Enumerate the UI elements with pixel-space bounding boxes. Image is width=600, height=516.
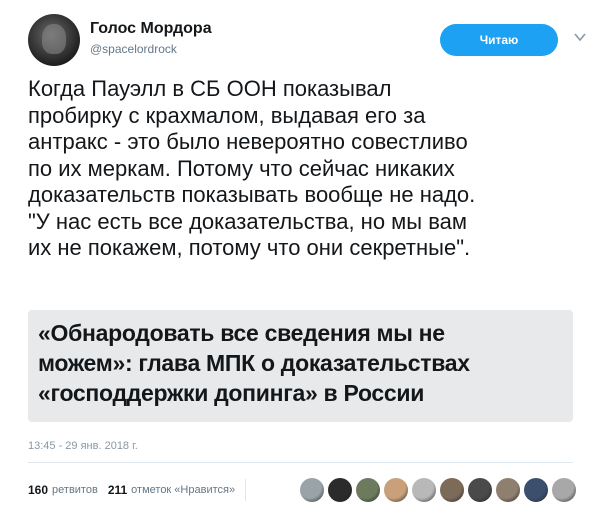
liker-avatar[interactable] [300, 478, 324, 502]
liker-avatar[interactable] [384, 478, 408, 502]
display-name[interactable]: Голос Мордора [90, 20, 212, 38]
liker-avatar[interactable] [552, 478, 576, 502]
liker-avatar[interactable] [356, 478, 380, 502]
tweet-timestamp[interactable]: 13:45 - 29 янв. 2018 г. [28, 440, 138, 452]
tweet-header: Голос Мордора @spacelordrock Читаю [28, 14, 586, 66]
stats-separator [245, 479, 247, 501]
likers-avatars [300, 478, 580, 502]
chevron-down-icon[interactable] [573, 30, 587, 44]
liker-avatar[interactable] [412, 478, 436, 502]
follow-button[interactable]: Читаю [440, 24, 558, 56]
user-handle[interactable]: @spacelordrock [90, 42, 177, 56]
likes-count[interactable]: 211 [108, 483, 127, 497]
tweet-text: Когда Пауэлл в СБ ООН показывал пробирку… [28, 76, 476, 260]
retweets-count[interactable]: 160 [28, 483, 48, 497]
liker-avatar[interactable] [496, 478, 520, 502]
quote-card[interactable]: «Обнародовать все сведения мы не можем»:… [28, 310, 573, 422]
quote-headline: «Обнародовать все сведения мы не можем»:… [38, 320, 470, 406]
retweets-label[interactable]: ретвитов [52, 484, 98, 496]
divider [28, 462, 573, 463]
liker-avatar[interactable] [440, 478, 464, 502]
liker-avatar[interactable] [468, 478, 492, 502]
liker-avatar[interactable] [328, 478, 352, 502]
avatar[interactable] [28, 14, 80, 66]
liker-avatar[interactable] [524, 478, 548, 502]
likes-label[interactable]: отметок «Нравится» [131, 484, 235, 496]
tweet-stats: 160 ретвитов 211 отметок «Нравится» [28, 478, 254, 502]
